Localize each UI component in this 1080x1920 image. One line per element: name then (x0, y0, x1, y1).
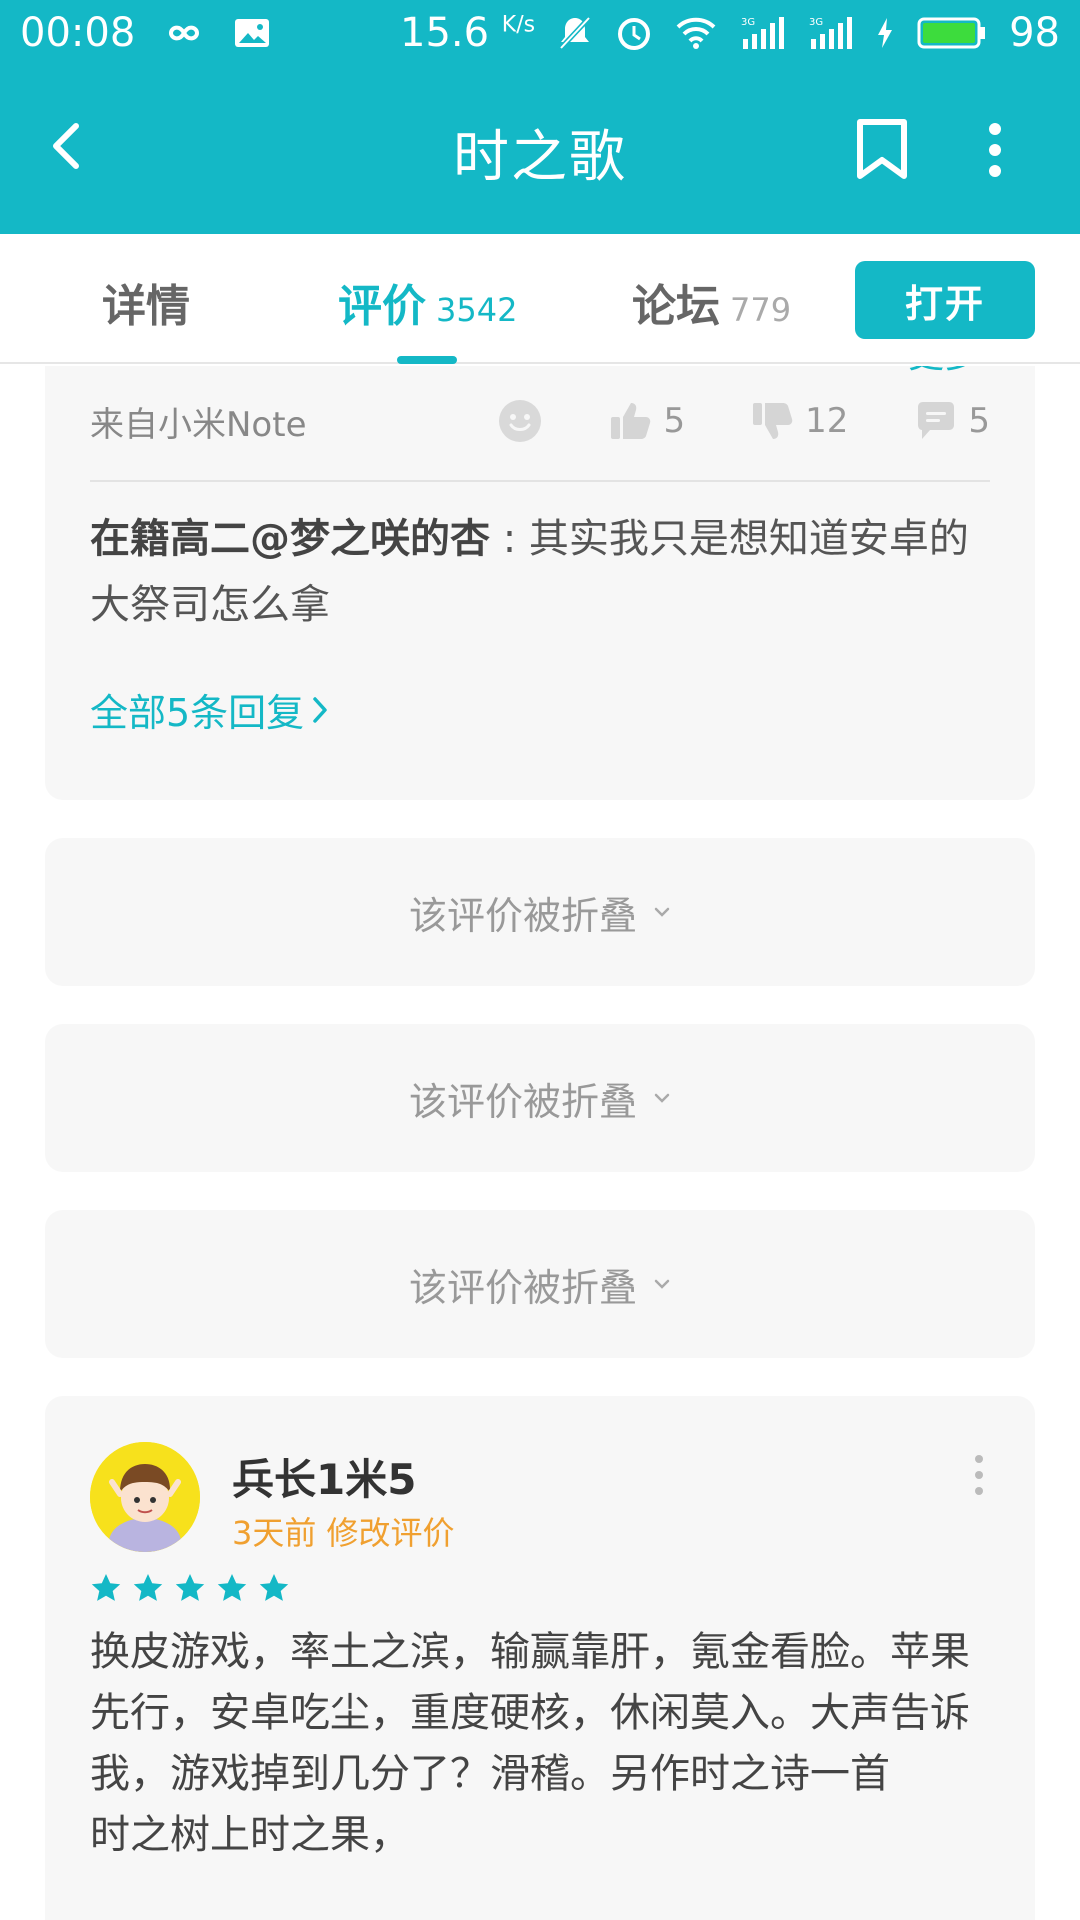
open-button[interactable]: 打开 (855, 261, 1035, 339)
wifi-icon (675, 16, 717, 50)
more-link[interactable]: 更多 (908, 366, 980, 378)
divider (90, 480, 990, 482)
like-count: 5 (663, 401, 686, 441)
status-bar: 00:08 15.6 K/s 3G 3G 98 (0, 0, 1080, 66)
tab-details[interactable]: 详情 (102, 270, 190, 334)
chevron-down-icon (654, 907, 670, 917)
signal-icon: 3G (739, 15, 785, 51)
review-time-row: 3天前 修改评价 (232, 1508, 455, 1554)
review-time: 3天前 (232, 1514, 317, 1552)
avatar[interactable] (90, 1442, 200, 1552)
tab-bar: 详情 评价 3542 论坛 779 打开 (0, 234, 1080, 364)
star-icon (91, 1574, 121, 1601)
like-button[interactable]: 5 (609, 399, 685, 443)
review-card: 更多 来自小米Note 5 12 5 (45, 366, 1035, 800)
folded-review[interactable]: 该评价被折叠 (45, 838, 1035, 986)
folded-review[interactable]: 该评价被折叠 (45, 1024, 1035, 1172)
comment-icon (918, 402, 955, 439)
battery-icon (917, 16, 987, 50)
star-icon (217, 1574, 247, 1601)
review-meta: 来自小米Note 5 12 5 (90, 386, 990, 456)
mute-bell-icon (557, 14, 593, 52)
review-author[interactable]: 兵长1米5 (232, 1446, 416, 1507)
thumbs-down-icon (753, 403, 793, 439)
star-icon (259, 1574, 289, 1601)
star-icon (133, 1574, 163, 1601)
page-title: 时之歌 (453, 125, 627, 190)
battery-level: 98 (1009, 10, 1060, 56)
smiley-icon (499, 400, 542, 442)
infinity-icon (159, 19, 209, 47)
dislike-button[interactable]: 12 (751, 399, 848, 443)
active-tab-indicator (397, 356, 457, 364)
star-icon (175, 1574, 205, 1601)
network-speed: 15.6 K/s (400, 10, 536, 56)
emoji-button[interactable] (497, 398, 543, 444)
review-card: 兵长1米5 3天前 修改评价 换皮游戏，率土之滨，输赢靠肝，氪金看脸。苹果先行，… (45, 1396, 1035, 1920)
alarm-icon (615, 14, 653, 52)
reviews-count: 3542 (436, 291, 518, 329)
tab-reviews[interactable]: 评价 3542 (338, 270, 517, 334)
network-type-left: 3G (741, 17, 755, 28)
folded-review[interactable]: 该评价被折叠 (45, 1210, 1035, 1358)
thumbs-up-icon (611, 403, 651, 439)
edited-label: 修改评价 (326, 1514, 455, 1552)
chevron-right-icon (313, 696, 327, 723)
comment-button[interactable]: 5 (914, 399, 990, 443)
reply-author[interactable]: 在籍高二@梦之咲的杏 (90, 516, 490, 562)
network-type-right: 3G (809, 17, 823, 28)
reply-item[interactable]: 在籍高二@梦之咲的杏 : 其实我只是想知道安卓的大祭司怎么拿 (90, 506, 990, 638)
forum-count: 779 (730, 291, 792, 329)
rating-stars (90, 1572, 290, 1604)
signal-icon: 3G (807, 15, 853, 51)
chevron-down-icon (654, 1279, 670, 1289)
more-vertical-icon[interactable] (975, 120, 1015, 180)
status-time: 00:08 (20, 10, 136, 56)
all-replies-link[interactable]: 全部5条回复 (90, 682, 330, 737)
tab-forum[interactable]: 论坛 779 (632, 270, 791, 334)
review-actions: 5 12 5 (497, 398, 990, 444)
device-label: 来自小米Note (90, 404, 307, 445)
more-vertical-icon[interactable] (973, 1454, 985, 1496)
app-bar: 时之歌 (0, 66, 1080, 234)
chevron-down-icon (654, 1093, 670, 1103)
review-text: 换皮游戏，率土之滨，输赢靠肝，氪金看脸。苹果先行，安卓吃尘，重度硬核，休闲莫入。… (90, 1629, 970, 1858)
charging-icon (875, 16, 895, 50)
dislike-count: 12 (805, 401, 849, 441)
image-icon (233, 16, 271, 50)
comment-count: 5 (968, 401, 990, 441)
reviews-list[interactable]: 更多 来自小米Note 5 12 5 (0, 366, 1080, 1920)
bookmark-icon[interactable] (852, 118, 912, 182)
